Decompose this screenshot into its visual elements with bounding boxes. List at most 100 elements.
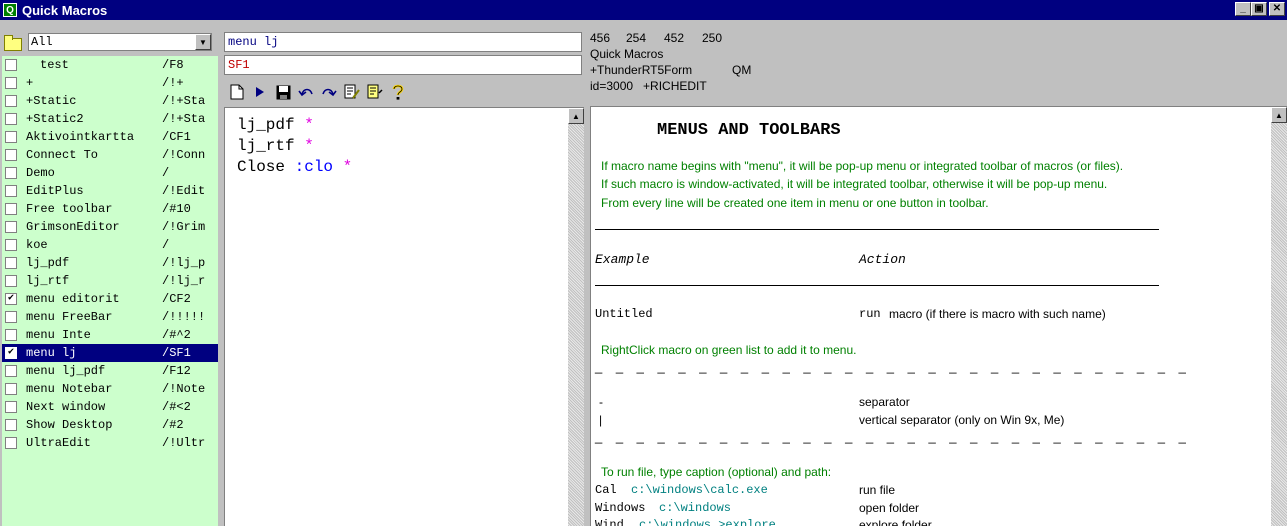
minimize-button[interactable]: _ <box>1235 2 1251 16</box>
file-path: c:\windows >explore <box>639 518 776 526</box>
macro-list-item[interactable]: ✔ menu editorit/CF2 <box>2 290 218 308</box>
macro-list-item[interactable]: test/F8 <box>2 56 218 74</box>
folder-filter-select[interactable]: All ▼ <box>28 33 212 51</box>
redo-icon[interactable] <box>320 83 338 101</box>
maximize-button[interactable]: ▣ <box>1251 2 1267 16</box>
macro-checkbox[interactable]: ✔ <box>5 293 17 305</box>
macro-list-item[interactable]: Next window /#<2 <box>2 398 218 416</box>
action-vertical-separator: vertical separator (only on Win 9x, Me) <box>859 413 1065 427</box>
action-separator: separator <box>859 395 910 409</box>
macro-list-item[interactable]: Demo / <box>2 164 218 182</box>
editor-text[interactable]: lj_pdf * lj_rtf * Close :clo * <box>237 115 352 178</box>
macro-list-item[interactable]: menu FreeBar /!!!!! <box>2 308 218 326</box>
macro-list-item[interactable]: Connect To /!Conn <box>2 146 218 164</box>
help-scrollbar[interactable]: ▲ <box>1271 107 1287 526</box>
macro-list-item[interactable]: lj_rtf /!lj_r <box>2 272 218 290</box>
macro-checkbox[interactable] <box>5 329 17 341</box>
editor-line: lj_rtf * <box>237 136 352 157</box>
macro-checkbox[interactable] <box>5 257 17 269</box>
macro-list[interactable]: test/F8 + /!+ +Static /!+Sta +Static2 /!+Sta Ak… <box>2 56 218 526</box>
macro-list-item[interactable]: EditPlus /!Edit <box>2 182 218 200</box>
scroll-up-icon[interactable]: ▲ <box>568 108 584 124</box>
macro-checkbox[interactable] <box>5 275 17 287</box>
macro-name: Free toolbar <box>26 202 113 216</box>
window-controls: _ ▣ ✕ <box>1235 2 1285 16</box>
macro-hotkey: /#10 <box>162 202 191 216</box>
editor-scrollbar[interactable]: ▲ <box>568 108 584 526</box>
close-button[interactable]: ✕ <box>1269 2 1285 16</box>
new-file-icon[interactable] <box>228 83 246 101</box>
chevron-down-icon[interactable]: ▼ <box>195 34 211 50</box>
options-icon[interactable] <box>366 83 384 101</box>
macro-list-item[interactable]: +Static /!+Sta <box>2 92 218 110</box>
scroll-up-icon[interactable]: ▲ <box>1271 107 1287 123</box>
macro-hotkey: /#^2 <box>162 328 191 342</box>
macro-hotkey: /SF1 <box>162 346 191 360</box>
macro-checkbox[interactable] <box>5 221 17 233</box>
run-icon[interactable] <box>251 83 269 101</box>
macro-list-item[interactable]: Show Desktop /#2 <box>2 416 218 434</box>
macro-checkbox[interactable] <box>5 383 17 395</box>
macro-hotkey: /!Grim <box>162 220 206 234</box>
macro-list-item[interactable]: GrimsonEditor /!Grim <box>2 218 218 236</box>
macro-name: GrimsonEditor <box>26 220 120 234</box>
macro-checkbox[interactable] <box>5 185 17 197</box>
macro-hotkey: /!+Sta <box>162 112 206 126</box>
divider <box>595 229 1159 230</box>
macro-list-item[interactable]: UltraEdit /!Ultr <box>2 434 218 452</box>
coord-3: 452 <box>664 31 685 45</box>
macro-list-item[interactable]: +Static2 /!+Sta <box>2 110 218 128</box>
macro-list-item[interactable]: Free toolbar /#10 <box>2 200 218 218</box>
macro-checkbox[interactable] <box>5 203 17 215</box>
macro-checkbox[interactable] <box>5 113 17 125</box>
macro-checkbox[interactable] <box>5 311 17 323</box>
macro-name: menu lj_pdf <box>26 364 106 378</box>
undo-icon[interactable] <box>297 83 315 101</box>
macro-name-field[interactable]: menu lj <box>224 32 582 52</box>
macro-checkbox[interactable] <box>5 365 17 377</box>
action-run-macro: macro (if there is macro with such name) <box>889 307 1106 321</box>
macro-checkbox[interactable] <box>5 239 17 251</box>
macro-editor[interactable]: lj_pdf * lj_rtf * Close :clo * ▲ <box>224 107 584 526</box>
macro-checkbox[interactable] <box>5 149 17 161</box>
editor-line: lj_pdf * <box>237 115 352 136</box>
macro-checkbox[interactable] <box>5 59 17 71</box>
macro-checkbox[interactable] <box>5 95 17 107</box>
macro-list-item[interactable]: Aktivointkartta/CF1 <box>2 128 218 146</box>
macro-checkbox[interactable] <box>5 167 17 179</box>
macro-checkbox[interactable] <box>5 77 17 89</box>
help-icon[interactable] <box>389 83 407 101</box>
macro-checkbox[interactable] <box>5 401 17 413</box>
macro-name: menu lj <box>26 346 77 360</box>
help-pane[interactable]: MENUS AND TOOLBARS If macro name begins … <box>590 106 1287 526</box>
macro-list-item[interactable]: lj_pdf /!lj_p <box>2 254 218 272</box>
macro-hotkey: /!Note <box>162 382 206 396</box>
macro-list-item[interactable]: + /!+ <box>2 74 218 92</box>
macro-list-panel: All ▼ test/F8 + /!+ +Static /!+Sta +Static2 /!… <box>0 32 218 526</box>
macro-name: test <box>40 58 69 72</box>
macro-name: +Static2 <box>26 112 84 126</box>
edit-properties-icon[interactable] <box>343 83 361 101</box>
macro-list-item[interactable]: koe / <box>2 236 218 254</box>
trigger-field[interactable]: SF1 <box>224 55 582 75</box>
help-intro-3: From every line will be created one item… <box>601 196 989 210</box>
editor-toolbar <box>228 81 407 103</box>
macro-list-item[interactable]: menu Notebar /!Note <box>2 380 218 398</box>
macro-list-item[interactable]: menu Inte /#^2 <box>2 326 218 344</box>
macro-checkbox[interactable] <box>5 419 17 431</box>
macro-checkbox[interactable] <box>5 437 17 449</box>
macro-hotkey: /!Ultr <box>162 436 206 450</box>
macro-name: Show Desktop <box>26 418 113 432</box>
macro-name: Aktivointkartta <box>26 130 135 144</box>
col-action: Action <box>859 252 906 267</box>
rightclick-note: RightClick macro on green list to add it… <box>601 343 857 357</box>
macro-checkbox[interactable] <box>5 131 17 143</box>
file-action: run file <box>859 483 896 497</box>
macro-list-item[interactable]: ✔ menu lj/SF1 <box>2 344 218 362</box>
macro-hotkey: / <box>162 238 170 252</box>
save-icon[interactable] <box>274 83 292 101</box>
macro-list-item[interactable]: menu lj_pdf/F12 <box>2 362 218 380</box>
folder-icon[interactable] <box>4 35 22 51</box>
macro-name: Connect To <box>26 148 99 162</box>
macro-checkbox[interactable]: ✔ <box>5 347 17 359</box>
